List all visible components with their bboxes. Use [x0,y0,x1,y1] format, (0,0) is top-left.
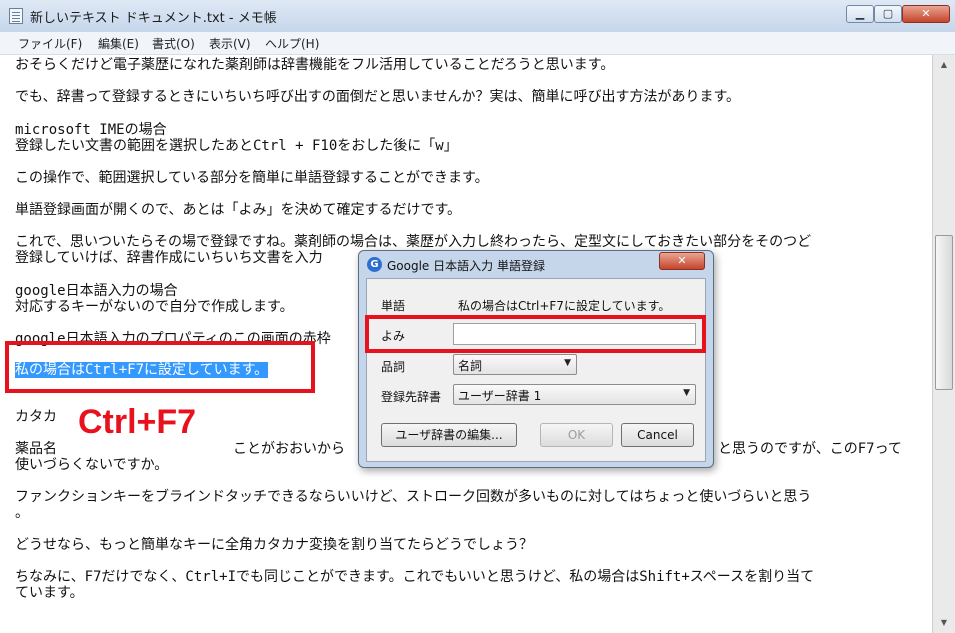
text-line: でも、辞書って登録するときにいちいち呼び出すの面倒だと思いませんか？実は、簡単に… [15,89,741,105]
scroll-up-icon[interactable]: ▲ [935,56,953,73]
title-bar[interactable]: 新しいテキスト ドキュメント.txt - メモ帳 ▁ ▢ ✕ [0,0,955,33]
word-registration-dialog: G Google 日本語入力 単語登録 ✕ 単語 私の場合はCtrl+F7に設定… [358,250,714,468]
word-label: 単語 [381,299,406,313]
text-line: ています。 [15,585,84,601]
text-line: 。 [15,505,29,521]
notepad-window: 新しいテキスト ドキュメント.txt - メモ帳 ▁ ▢ ✕ ファイル(F) 編… [0,0,955,633]
text-line: 登録したい文書の範囲を選択したあとCtrl + F10をおした後に「w」 [15,138,458,154]
text-line: カタカ [15,409,57,425]
google-ime-icon: G [367,257,382,272]
vertical-scrollbar[interactable]: ▲ ▼ [932,55,955,633]
chevron-down-icon: ▼ [564,358,571,368]
text-line: この操作で、範囲選択している部分を簡単に単語登録することができます。 [15,170,489,186]
minimize-button[interactable]: ▁ [846,5,874,23]
maximize-button[interactable]: ▢ [874,5,902,23]
text-line: google日本語入力の場合 [15,283,178,299]
scroll-down-icon[interactable]: ▼ [935,614,953,631]
pos-select-value: 名詞 [458,359,483,373]
menu-edit[interactable]: 編集(E) [98,35,139,52]
text-line: microsoft IMEの場合 [15,122,167,138]
text-line: おそらくだけど電子薬歴になれた薬剤師は辞書機能をフル活用していることだろうと思い… [15,57,615,73]
dictionary-label: 登録先辞書 [381,390,442,404]
shortcut-annotation: Ctrl+F7 [78,403,197,441]
word-field[interactable]: 私の場合はCtrl+F7に設定しています。 [453,293,697,315]
menu-file[interactable]: ファイル(F) [18,35,82,52]
dictionary-select[interactable]: ユーザー辞書 1 ▼ [453,384,696,405]
text-line: ちなみに、F7だけでなく、Ctrl+Iでも同じことができます。これでもいいと思う… [15,569,815,585]
menu-format[interactable]: 書式(O) [152,35,195,52]
text-line: 対応するキーがないので自分で作成します。 [15,299,294,315]
scroll-thumb[interactable] [935,235,953,390]
chevron-down-icon: ▼ [683,388,690,398]
text-line: 登録していけば、辞書作成にいちいち文書を入力 [15,250,323,266]
dictionary-select-value: ユーザー辞書 1 [458,389,542,403]
highlight-box-selection [5,341,315,393]
text-line: これで、思いついたらその場で登録ですね。薬剤師の場合は、薬歴が入力し終わったら、… [15,234,812,250]
edit-user-dictionary-button[interactable]: ユーザ辞書の編集... [381,423,517,447]
text-line: どうせなら、もっと簡単なキーに全角カタカナ変換を割り当てたらどうでしょう？ [15,537,533,553]
dialog-body: 単語 私の場合はCtrl+F7に設定しています。 よみ 品詞 名詞 ▼ 登録先辞… [366,278,706,462]
menu-view[interactable]: 表示(V) [209,35,251,52]
notepad-icon [9,8,23,24]
close-button[interactable]: ✕ [902,5,950,23]
dialog-close-button[interactable]: ✕ [659,252,705,270]
text-line: 薬品名 [15,441,57,457]
text-line: と思うのですが、このF7って [718,441,902,457]
text-line: ことがおおいから [233,441,345,457]
window-title: 新しいテキスト ドキュメント.txt - メモ帳 [30,11,277,26]
text-line: 単語登録画面が開くので、あとは「よみ」を決めて確定するだけです。 [15,202,462,218]
dialog-title: Google 日本語入力 単語登録 [387,259,545,273]
menu-bar: ファイル(F) 編集(E) 書式(O) 表示(V) ヘルプ(H) [0,32,955,55]
ok-button[interactable]: OK [540,423,613,447]
text-line: 使いづらくないですか。 [15,457,169,473]
pos-select[interactable]: 名詞 ▼ [453,354,577,375]
cancel-button[interactable]: Cancel [621,423,694,447]
highlight-box-reading [365,315,706,353]
pos-label: 品詞 [381,360,406,374]
text-line: ファンクションキーをブラインドタッチできるならいいけど、ストローク回数が多いもの… [15,489,812,505]
menu-help[interactable]: ヘルプ(H) [265,35,319,52]
